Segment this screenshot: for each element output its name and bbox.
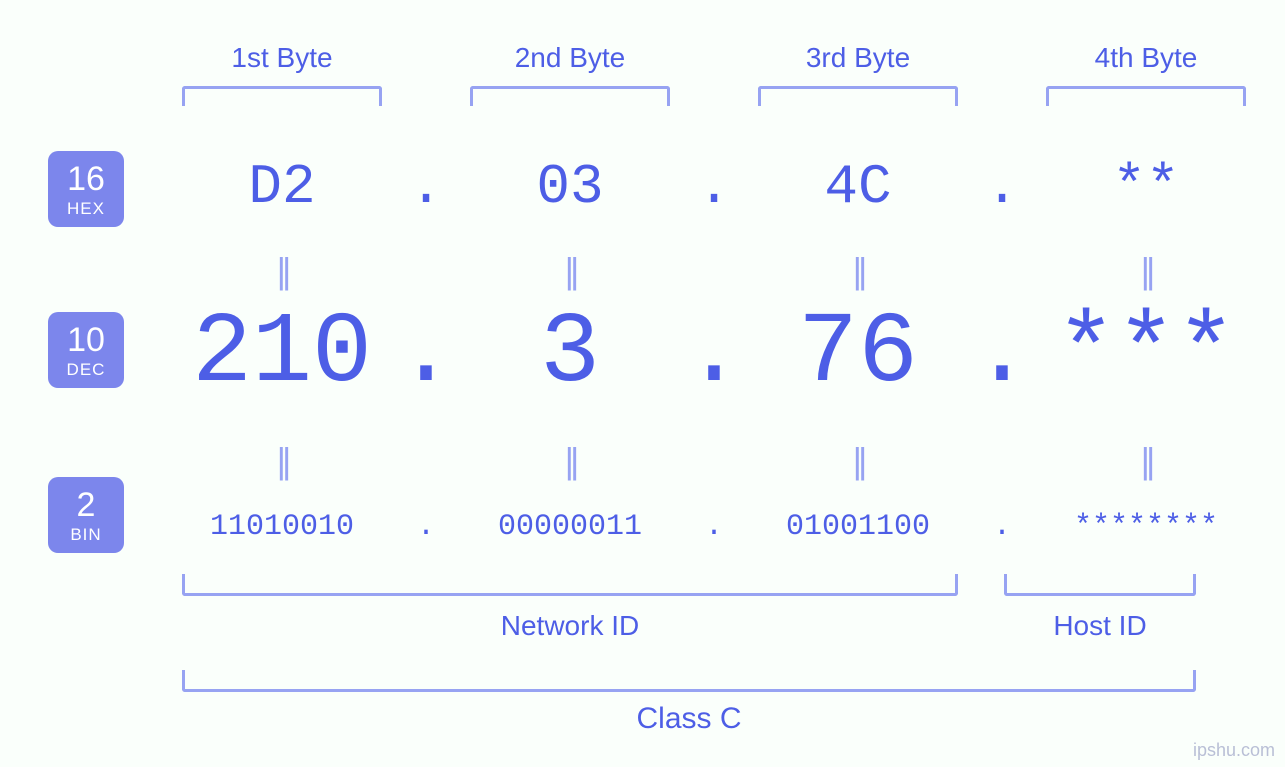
radix-bin-name: BIN	[70, 526, 101, 543]
equal-bot-2: ||	[470, 440, 670, 482]
sep-bin-1: .	[382, 510, 470, 544]
radix-hex-num: 16	[67, 162, 105, 196]
byte-label-1: 1st Byte	[182, 42, 382, 74]
equal-top-2: ||	[470, 250, 670, 292]
radix-dec-num: 10	[67, 323, 105, 357]
bytes-grid: 1st Byte D2 || 210 || 11010010 2nd Byte …	[182, 0, 1196, 600]
host-id-bracket	[1004, 574, 1196, 596]
dec-byte-4: ***	[1046, 298, 1246, 411]
sep-dec-3: .	[958, 298, 1046, 411]
byte-bracket-4	[1046, 86, 1246, 106]
sep-hex-2: .	[670, 155, 758, 219]
hex-byte-3: 4C	[758, 155, 958, 219]
bin-byte-2: 00000011	[440, 510, 700, 544]
bin-byte-1: 11010010	[152, 510, 412, 544]
byte-label-3: 3rd Byte	[758, 42, 958, 74]
sep-hex-1: .	[382, 155, 470, 219]
equal-bot-3: ||	[758, 440, 958, 482]
sep-dec-2: .	[670, 298, 758, 411]
equal-top-4: ||	[1046, 250, 1246, 292]
hex-byte-2: 03	[470, 155, 670, 219]
class-bracket	[182, 670, 1196, 692]
equal-top-3: ||	[758, 250, 958, 292]
radix-badge-dec: 10 DEC	[48, 312, 124, 388]
bin-byte-3: 01001100	[728, 510, 988, 544]
sep-bin-3: .	[958, 510, 1046, 544]
hex-byte-4: **	[1046, 155, 1246, 219]
bin-byte-4: ********	[1016, 510, 1276, 544]
byte-bracket-3	[758, 86, 958, 106]
equal-bot-4: ||	[1046, 440, 1246, 482]
network-id-bracket	[182, 574, 958, 596]
sep-dec-1: .	[382, 298, 470, 411]
sep-bin-2: .	[670, 510, 758, 544]
radix-bin-num: 2	[77, 488, 96, 522]
class-label: Class C	[182, 702, 1196, 736]
byte-bracket-1	[182, 86, 382, 106]
radix-badge-bin: 2 BIN	[48, 477, 124, 553]
hex-byte-1: D2	[182, 155, 382, 219]
sep-hex-3: .	[958, 155, 1046, 219]
equal-top-1: ||	[182, 250, 382, 292]
watermark: ipshu.com	[1193, 740, 1275, 761]
equal-bot-1: ||	[182, 440, 382, 482]
byte-label-4: 4th Byte	[1046, 42, 1246, 74]
byte-label-2: 2nd Byte	[470, 42, 670, 74]
dec-byte-3: 76	[758, 298, 958, 411]
byte-bracket-2	[470, 86, 670, 106]
radix-badge-hex: 16 HEX	[48, 151, 124, 227]
dec-byte-1: 210	[182, 298, 382, 411]
radix-dec-name: DEC	[67, 361, 106, 378]
network-id-label: Network ID	[182, 610, 958, 642]
dec-byte-2: 3	[470, 298, 670, 411]
host-id-label: Host ID	[1004, 610, 1196, 642]
radix-hex-name: HEX	[67, 200, 105, 217]
